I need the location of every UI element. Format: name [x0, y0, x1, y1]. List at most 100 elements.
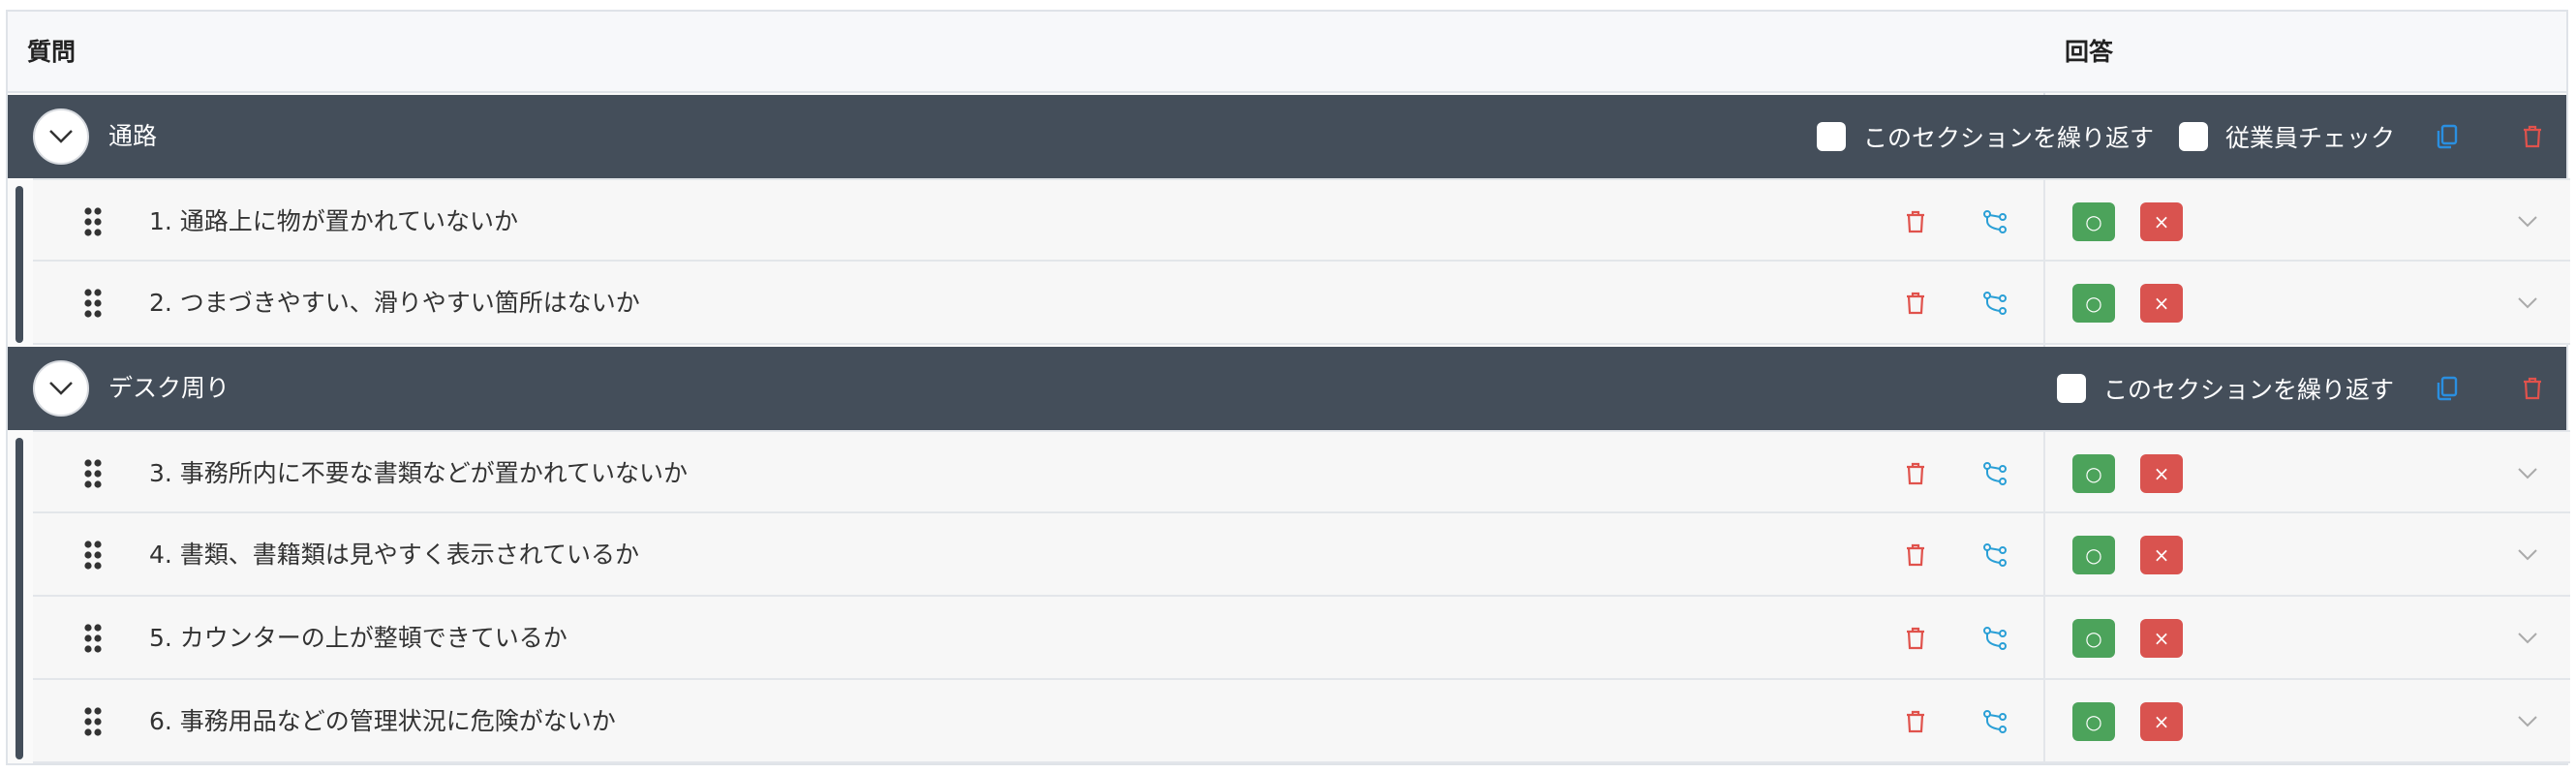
delete-section-button[interactable] [2516, 120, 2549, 153]
header-answer: 回答 [2065, 38, 2114, 66]
branch-icon [1983, 627, 2007, 650]
section-header: デスク周り このセクションを繰り返す [8, 347, 2566, 430]
branch-condition-button[interactable] [1978, 286, 2012, 321]
branch-icon [1983, 210, 2007, 233]
branch-icon [1983, 462, 2007, 485]
branch-condition-button[interactable] [1978, 456, 2012, 491]
branch-condition-button[interactable] [1978, 704, 2012, 739]
row-divider [2043, 680, 2045, 761]
question-row: 5. カウンターの上が整頓できているか ○ × [33, 597, 2570, 680]
question-text[interactable]: 6. 事務用品などの管理状況に危険がないか [149, 680, 616, 763]
trash-icon [1907, 462, 1924, 485]
chevron-down-icon [2518, 297, 2537, 309]
branch-condition-button[interactable] [1978, 204, 2012, 239]
trash-icon [1907, 210, 1924, 233]
expand-question-button[interactable] [2510, 286, 2545, 321]
drag-handle[interactable] [74, 454, 112, 493]
branch-condition-button[interactable] [1978, 538, 2012, 572]
delete-question-button[interactable] [1898, 456, 1933, 491]
repeat-section-label: このセクションを繰り返す [1863, 124, 2155, 152]
section-toggle-button[interactable] [33, 360, 89, 417]
table-header: 質問 回答 [8, 12, 2566, 93]
branch-icon [1983, 292, 2007, 315]
copy-section-button[interactable] [2431, 120, 2464, 153]
expand-question-button[interactable] [2510, 538, 2545, 572]
employee-check-label: 従業員チェック [2225, 124, 2396, 152]
question-text[interactable]: 3. 事務所内に不要な書類などが置かれていないか [149, 432, 688, 515]
checklist-table: 質問 回答 通路 このセクションを繰り返す 従業員チェック 1. 通路上に物が置… [6, 10, 2570, 765]
repeat-section-checkbox[interactable]: このセクションを繰り返す [1817, 95, 2154, 178]
answer-ng-button[interactable]: × [2140, 202, 2183, 241]
row-divider [2043, 432, 2045, 511]
header-question: 質問 [27, 38, 77, 66]
section-indicator-bar [15, 186, 23, 343]
answer-ok-button[interactable]: ○ [2072, 702, 2115, 741]
branch-icon [1983, 710, 2007, 733]
delete-section-button[interactable] [2516, 372, 2549, 405]
expand-question-button[interactable] [2510, 456, 2545, 491]
section-title: デスク周り [108, 374, 230, 402]
expand-question-button[interactable] [2510, 704, 2545, 739]
drag-handle[interactable] [74, 202, 112, 241]
section-indicator-bar [15, 438, 23, 759]
answer-ok-button[interactable]: ○ [2072, 454, 2115, 493]
chevron-down-icon [2518, 716, 2537, 727]
answer-ok-button[interactable]: ○ [2072, 284, 2115, 323]
answer-ok-button[interactable]: ○ [2072, 619, 2115, 658]
employee-check-checkbox[interactable]: 従業員チェック [2179, 95, 2395, 178]
answer-ng-button[interactable]: × [2140, 454, 2183, 493]
expand-question-button[interactable] [2510, 204, 2545, 239]
answer-ok-button[interactable]: ○ [2072, 536, 2115, 574]
answer-ng-button[interactable]: × [2140, 702, 2183, 741]
question-row: 6. 事務用品などの管理状況に危険がないか ○ × [33, 680, 2570, 763]
branch-condition-button[interactable] [1978, 621, 2012, 656]
row-divider [2043, 262, 2045, 343]
question-row: 2. つまづきやすい、滑りやすい箇所はないか ○ × [33, 262, 2570, 345]
chevron-down-icon [2518, 633, 2537, 644]
drag-handle-icon [84, 624, 102, 653]
row-divider [2043, 180, 2045, 260]
checkbox-box[interactable] [2179, 122, 2208, 151]
repeat-section-label: このセクションを繰り返す [2103, 376, 2395, 404]
drag-handle-icon [84, 541, 102, 570]
drag-handle[interactable] [74, 702, 112, 741]
delete-question-button[interactable] [1898, 538, 1933, 572]
answer-ng-button[interactable]: × [2140, 619, 2183, 658]
question-text[interactable]: 4. 書類、書籍類は見やすく表示されているか [149, 513, 639, 597]
question-text[interactable]: 5. カウンターの上が整頓できているか [149, 597, 567, 680]
repeat-section-checkbox[interactable]: このセクションを繰り返す [2057, 347, 2394, 430]
answer-ng-button[interactable]: × [2140, 284, 2183, 323]
copy-icon [2437, 124, 2458, 149]
trash-icon [1907, 543, 1924, 567]
chevron-down-icon [49, 130, 73, 143]
delete-question-button[interactable] [1898, 704, 1933, 739]
drag-handle[interactable] [74, 536, 112, 574]
chevron-down-icon [2518, 468, 2537, 479]
question-text[interactable]: 2. つまづきやすい、滑りやすい箇所はないか [149, 262, 640, 345]
chevron-down-icon [2518, 216, 2537, 228]
row-divider [2043, 597, 2045, 678]
chevron-down-icon [49, 382, 73, 395]
question-text[interactable]: 1. 通路上に物が置かれていないか [149, 180, 518, 263]
drag-handle[interactable] [74, 284, 112, 323]
expand-question-button[interactable] [2510, 621, 2545, 656]
trash-icon [1907, 292, 1924, 315]
checkbox-box[interactable] [2057, 374, 2086, 403]
chevron-down-icon [2518, 549, 2537, 561]
trash-icon [2524, 377, 2541, 400]
row-divider [2043, 513, 2045, 595]
delete-question-button[interactable] [1898, 286, 1933, 321]
branch-icon [1983, 543, 2007, 567]
drag-handle-icon [84, 289, 102, 318]
delete-question-button[interactable] [1898, 621, 1933, 656]
drag-handle[interactable] [74, 619, 112, 658]
section-toggle-button[interactable] [33, 108, 89, 165]
checkbox-box[interactable] [1817, 122, 1846, 151]
delete-question-button[interactable] [1898, 204, 1933, 239]
answer-ng-button[interactable]: × [2140, 536, 2183, 574]
copy-section-button[interactable] [2431, 372, 2464, 405]
drag-handle-icon [84, 459, 102, 488]
drag-handle-icon [84, 207, 102, 236]
trash-icon [2524, 125, 2541, 148]
answer-ok-button[interactable]: ○ [2072, 202, 2115, 241]
